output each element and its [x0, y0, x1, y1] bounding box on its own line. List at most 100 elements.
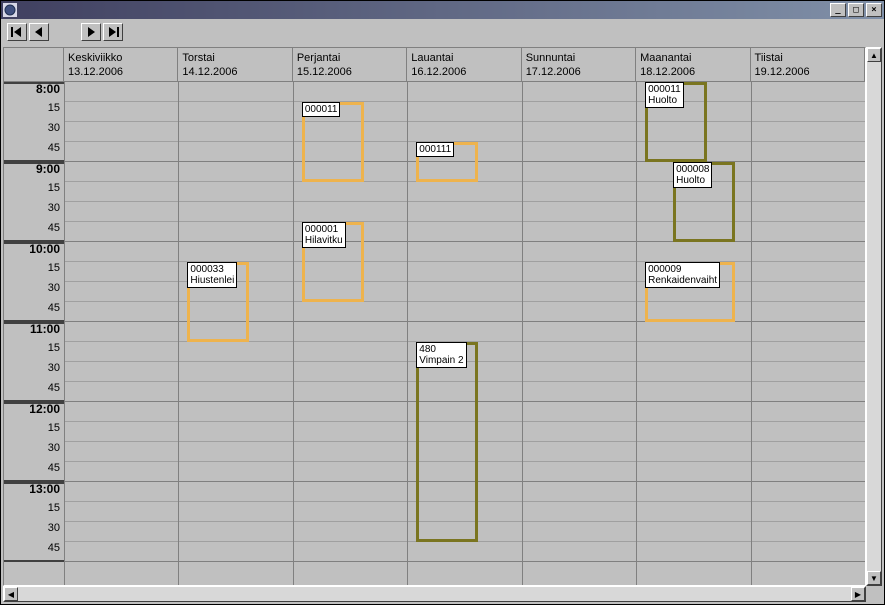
day-header[interactable]: Lauantai16.12.2006: [407, 48, 521, 81]
day-column[interactable]: 000011Huolto000008Huolto000009Renkaidenv…: [636, 82, 750, 585]
scroll-up-button[interactable]: ▲: [867, 48, 881, 62]
hour-cell[interactable]: [752, 162, 865, 242]
hour-cell[interactable]: [65, 82, 178, 162]
hour-cell[interactable]: [752, 322, 865, 402]
calendar-event[interactable]: 000111: [416, 142, 478, 182]
day-column[interactable]: 000011 000001Hilavitku: [293, 82, 407, 585]
day-date: 15.12.2006: [297, 65, 402, 79]
day-column[interactable]: [64, 82, 178, 585]
day-column[interactable]: 000111 480Vimpain 2: [407, 82, 521, 585]
day-header[interactable]: Keskiviikko13.12.2006: [64, 48, 178, 81]
scroll-corner: [866, 586, 882, 602]
day-name: Maanantai: [640, 51, 745, 65]
event-label: 000111: [416, 142, 454, 157]
time-quarter-label: 15: [48, 102, 60, 114]
day-column[interactable]: [522, 82, 636, 585]
hour-cell[interactable]: [65, 242, 178, 322]
hour-cell[interactable]: [523, 242, 636, 322]
last-icon: [107, 27, 119, 37]
titlebar[interactable]: _ □ ×: [1, 1, 884, 19]
event-label: 000033Hiustenlei: [187, 262, 237, 288]
horizontal-scrollbar[interactable]: ◀ ▶: [3, 586, 866, 602]
event-code: 480: [419, 344, 463, 355]
calendar-event[interactable]: 000011Huolto: [645, 82, 707, 162]
hour-cell[interactable]: [523, 82, 636, 162]
hour-cell[interactable]: [523, 322, 636, 402]
calendar-event[interactable]: 000008Huolto: [673, 162, 735, 242]
event-code: 000001: [305, 224, 343, 235]
day-header[interactable]: Tiistai19.12.2006: [751, 48, 865, 81]
hour-cell[interactable]: [65, 322, 178, 402]
time-quarter-label: 45: [48, 222, 60, 234]
event-code: 000011: [305, 104, 338, 115]
calendar-event[interactable]: 000001Hilavitku: [302, 222, 364, 302]
hour-cell[interactable]: [637, 322, 750, 402]
hour-cell[interactable]: [408, 242, 521, 322]
toolbar: [1, 19, 884, 45]
day-name: Torstai: [182, 51, 287, 65]
time-hour-label: 10:00: [29, 242, 60, 256]
event-text: Hilavitku: [305, 235, 343, 246]
close-button[interactable]: ×: [866, 3, 882, 17]
hour-cell[interactable]: [752, 242, 865, 322]
calendar-grid[interactable]: Keskiviikko13.12.2006Torstai14.12.2006Pe…: [4, 48, 865, 585]
day-column[interactable]: 000033Hiustenlei: [178, 82, 292, 585]
hour-cell[interactable]: [523, 402, 636, 482]
hour-cell[interactable]: [294, 322, 407, 402]
calendar-event[interactable]: 000009Renkaidenvaiht: [645, 262, 735, 322]
time-hour: 8:00153045: [4, 82, 64, 162]
hour-cell[interactable]: [179, 402, 292, 482]
time-quarter-label: 30: [48, 522, 60, 534]
time-quarter-label: 45: [48, 382, 60, 394]
hour-cell[interactable]: [752, 82, 865, 162]
vertical-scrollbar[interactable]: ▲ ▼: [866, 47, 882, 586]
hour-cell[interactable]: [752, 482, 865, 562]
event-label: 000009Renkaidenvaiht: [645, 262, 720, 288]
prev-icon: [34, 27, 44, 37]
scroll-right-button[interactable]: ▶: [851, 587, 865, 601]
scroll-down-button[interactable]: ▼: [867, 571, 881, 585]
day-header[interactable]: Sunnuntai17.12.2006: [522, 48, 636, 81]
minimize-button[interactable]: _: [830, 3, 846, 17]
event-code: 000011: [648, 84, 681, 95]
hour-cell[interactable]: [637, 482, 750, 562]
day-header[interactable]: Perjantai15.12.2006: [293, 48, 407, 81]
time-hour: 9:00153045: [4, 162, 64, 242]
day-column[interactable]: [751, 82, 865, 585]
scroll-left-button[interactable]: ◀: [4, 587, 18, 601]
hour-cell[interactable]: [179, 162, 292, 242]
nav-prev-button[interactable]: [29, 23, 49, 41]
hour-cell[interactable]: [65, 482, 178, 562]
day-header[interactable]: Torstai14.12.2006: [178, 48, 292, 81]
hour-cell[interactable]: [523, 162, 636, 242]
nav-last-button[interactable]: [103, 23, 123, 41]
hour-cell[interactable]: [294, 482, 407, 562]
day-name: Keskiviikko: [68, 51, 173, 65]
hour-cell[interactable]: [179, 82, 292, 162]
hour-cell[interactable]: [523, 482, 636, 562]
day-columns: 000033Hiustenlei000011000001Hilavitku000…: [64, 82, 865, 585]
maximize-button[interactable]: □: [848, 3, 864, 17]
day-date: 18.12.2006: [640, 65, 745, 79]
time-hour-label: 8:00: [36, 82, 60, 96]
day-header-row: Keskiviikko13.12.2006Torstai14.12.2006Pe…: [4, 48, 865, 82]
hour-cell[interactable]: [752, 402, 865, 482]
hour-cell[interactable]: [179, 482, 292, 562]
nav-next-button[interactable]: [81, 23, 101, 41]
event-label: 000008Huolto: [673, 162, 712, 188]
event-code: 000008: [676, 164, 709, 175]
time-hour: 11:00153045: [4, 322, 64, 402]
hour-cell[interactable]: [294, 402, 407, 482]
event-text: Huolto: [648, 95, 681, 106]
calendar-event[interactable]: 000011: [302, 102, 364, 182]
nav-first-button[interactable]: [7, 23, 27, 41]
calendar-event[interactable]: 000033Hiustenlei: [187, 262, 249, 342]
hour-cell[interactable]: [65, 162, 178, 242]
time-quarter-label: 15: [48, 262, 60, 274]
calendar-event[interactable]: 480Vimpain 2: [416, 342, 478, 542]
day-date: 19.12.2006: [755, 65, 860, 79]
hour-cell[interactable]: [637, 402, 750, 482]
hour-cell[interactable]: [65, 402, 178, 482]
titlebar-left: [3, 3, 21, 17]
day-header[interactable]: Maanantai18.12.2006: [636, 48, 750, 81]
